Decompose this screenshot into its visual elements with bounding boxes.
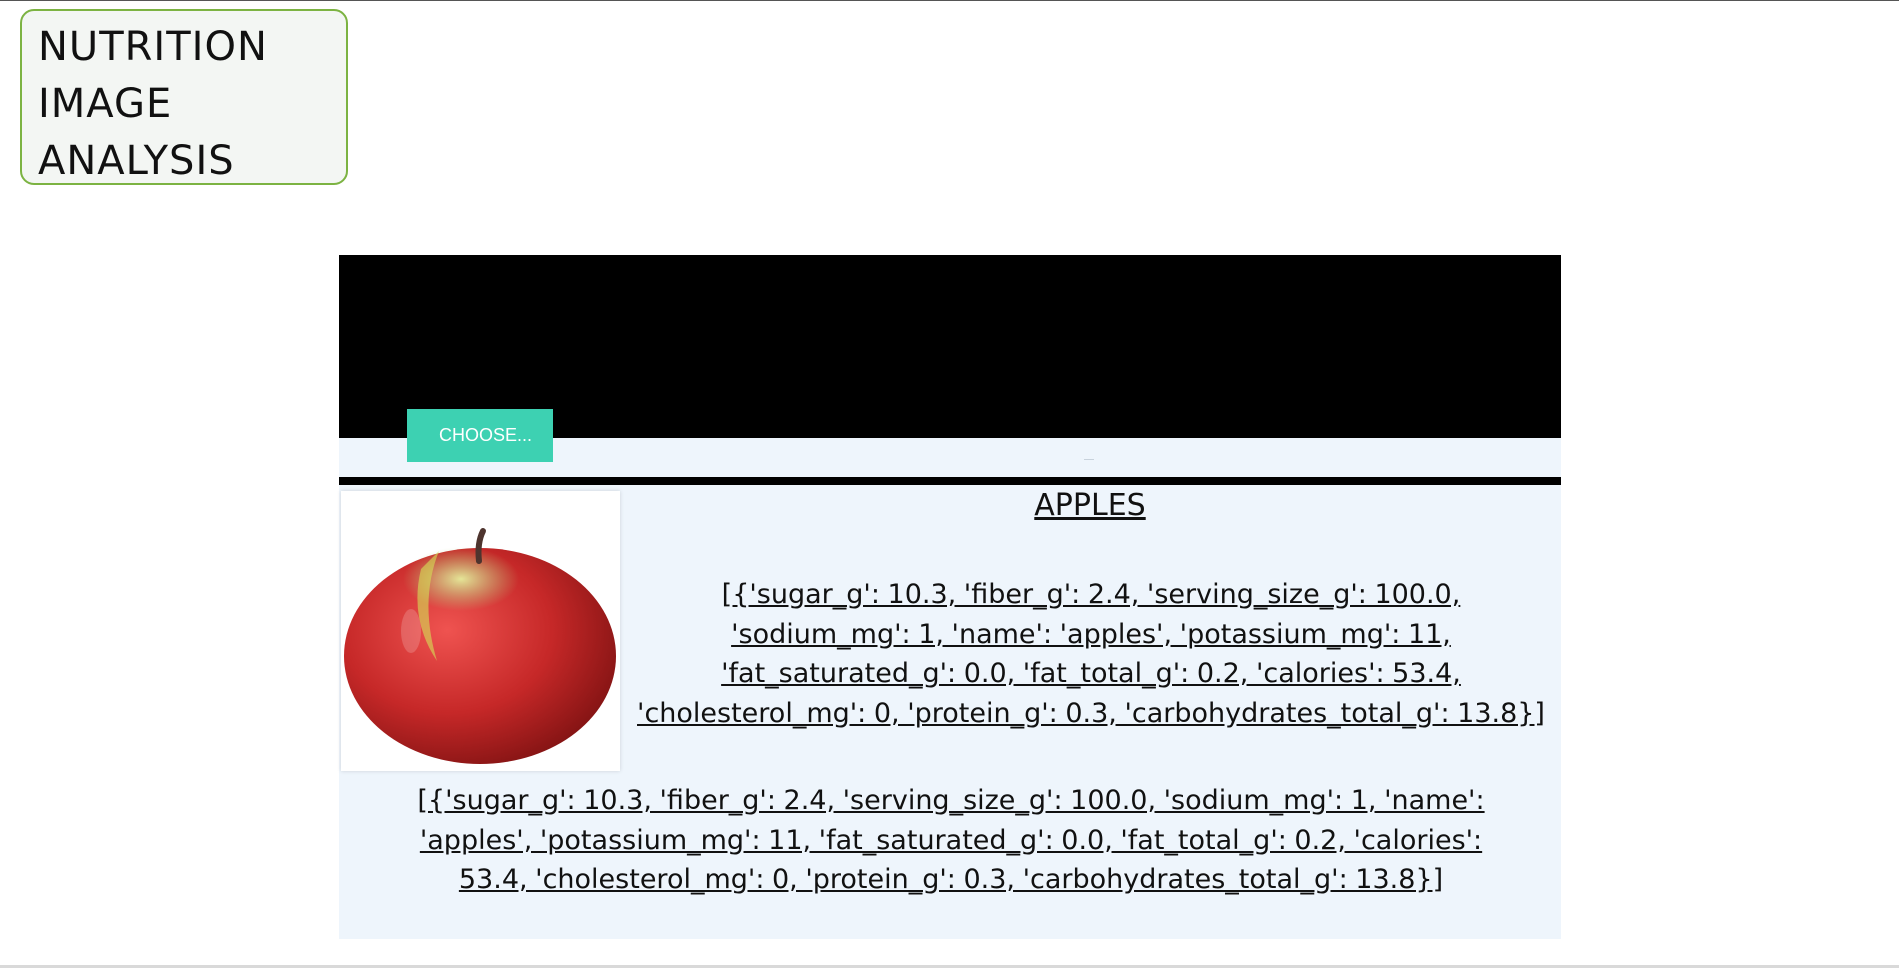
brand-line-image: IMAGE bbox=[38, 81, 173, 127]
food-name-heading: APPLES bbox=[1034, 488, 1146, 523]
page: NUTRITION IMAGE ANALYSIS CHOOSE... APPLE… bbox=[0, 0, 1899, 968]
strip-marker bbox=[1084, 459, 1094, 460]
section-divider bbox=[339, 477, 1561, 485]
choose-file-button[interactable]: CHOOSE... bbox=[407, 409, 553, 462]
nutrition-info-primary: [{'sugar_g': 10.3, 'fiber_g': 2.4, 'serv… bbox=[637, 579, 1545, 729]
brand-logo-box: NUTRITION IMAGE ANALYSIS bbox=[20, 9, 348, 185]
apple-image bbox=[344, 528, 616, 764]
brand-line-analysis: ANALYSIS bbox=[38, 138, 235, 184]
food-photo bbox=[341, 491, 620, 771]
brand-line-nutrition: NUTRITION bbox=[38, 24, 268, 70]
nutrition-info-secondary: [{'sugar_g': 10.3, 'fiber_g': 2.4, 'serv… bbox=[417, 785, 1485, 895]
